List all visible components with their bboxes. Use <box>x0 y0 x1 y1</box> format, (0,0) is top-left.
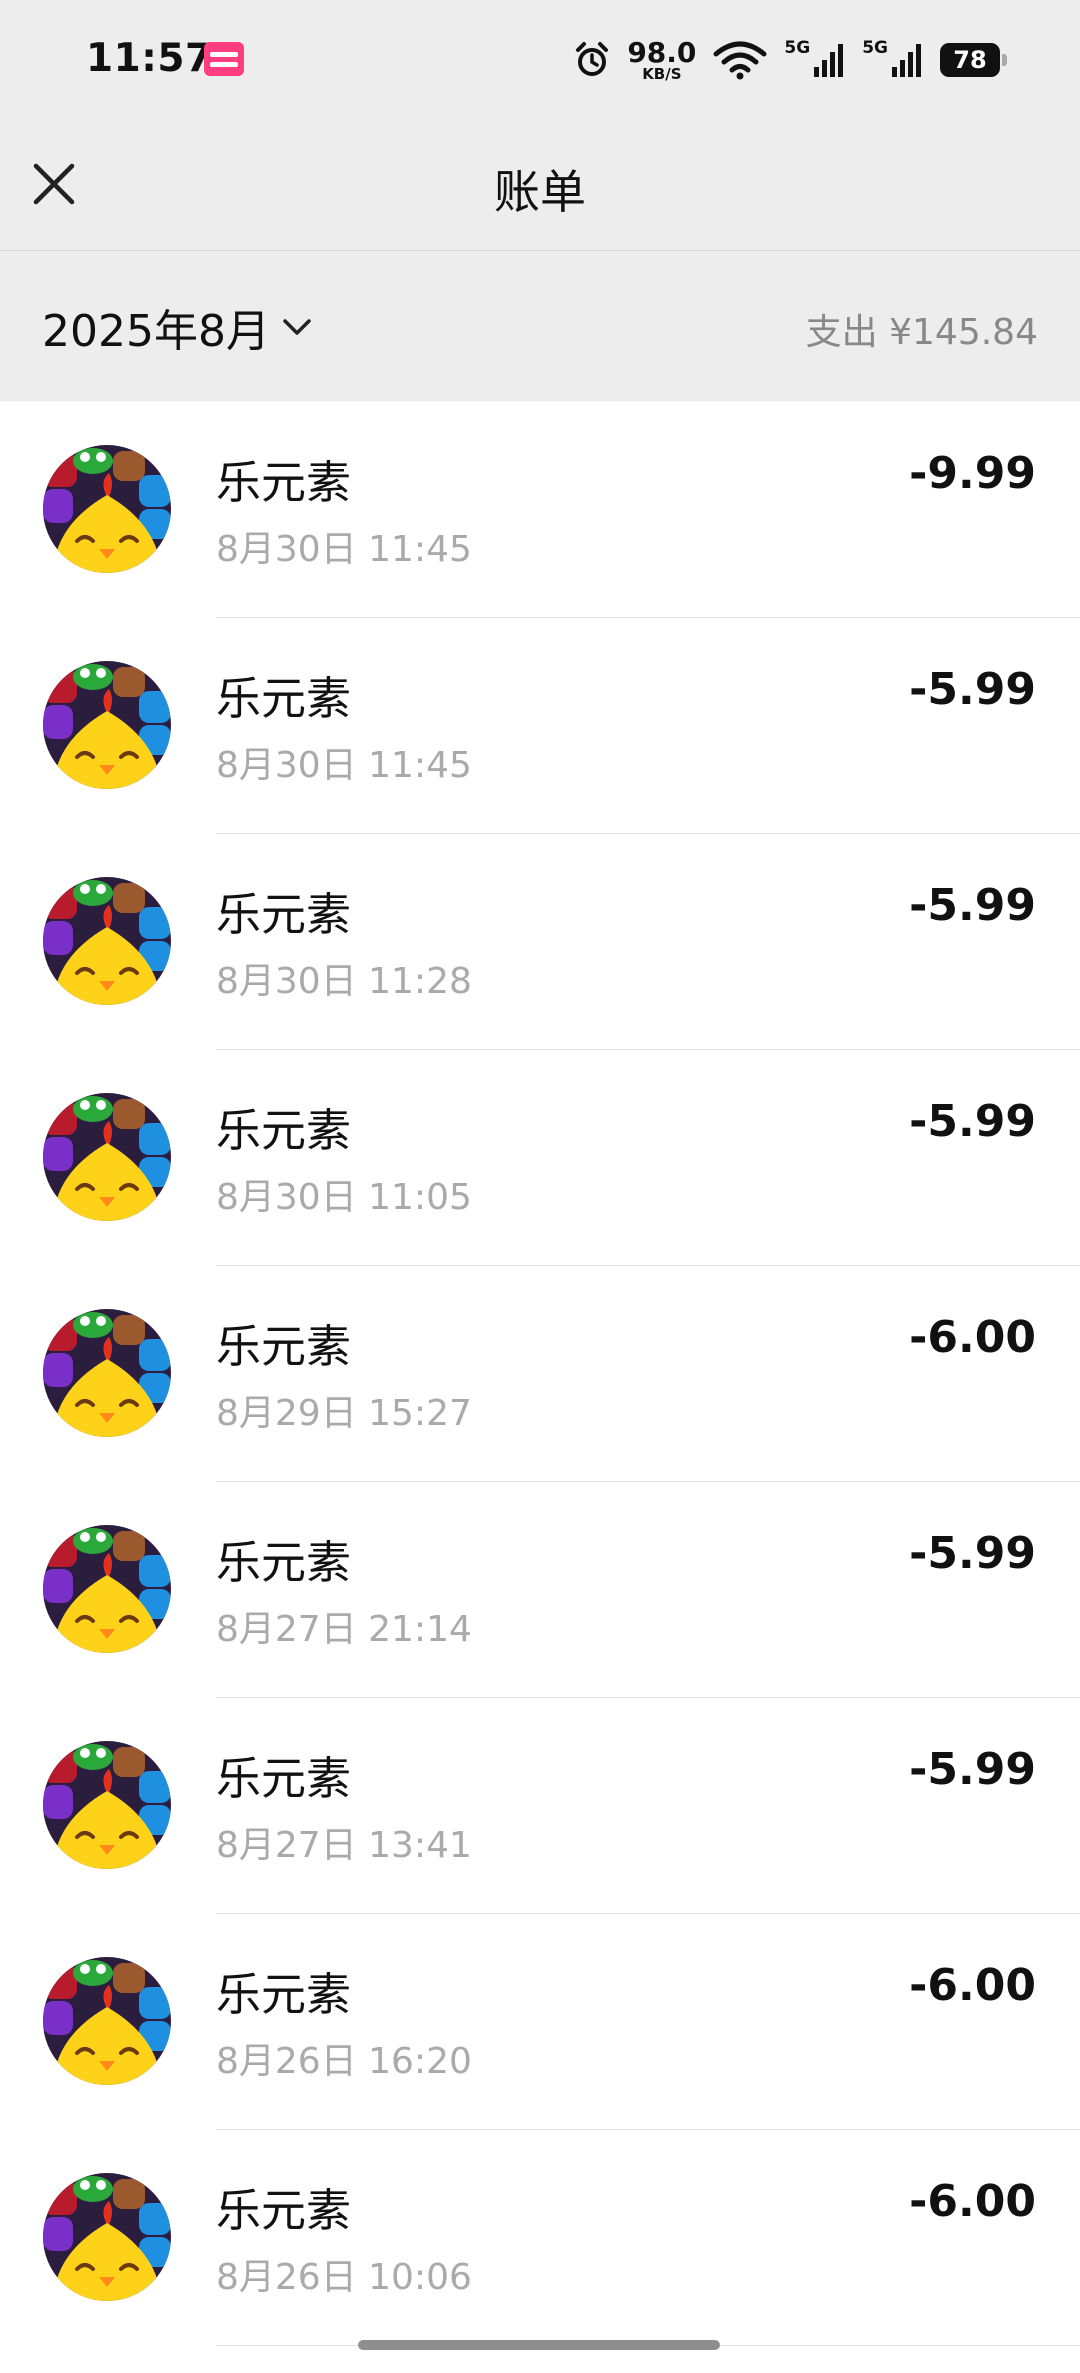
status-time: 11:57 <box>86 36 213 81</box>
transaction-row[interactable]: 乐元素 8月30日 11:05 -5.99 <box>0 1050 1080 1266</box>
chevron-down-icon <box>283 319 311 335</box>
transaction-time: 8月30日 11:45 <box>216 745 472 786</box>
network-type-2: 5G <box>862 38 888 58</box>
nav-bar: 账单 <box>0 120 1080 251</box>
transaction-amount: -5.99 <box>909 1096 1036 1147</box>
game-logo-icon <box>43 877 171 1005</box>
transaction-amount: -9.99 <box>909 448 1036 499</box>
network-speed-unit: KB/S <box>642 64 682 83</box>
game-logo-icon <box>43 1093 171 1221</box>
game-logo-icon <box>43 1957 171 2085</box>
transaction-row[interactable]: 乐元素 8月29日 15:27 -6.00 <box>0 1266 1080 1482</box>
transaction-list: 乐元素 8月30日 11:45 -9.99 乐元素 8月30日 11:45 -5… <box>0 402 1080 2346</box>
shopping-app-icon <box>204 42 244 76</box>
status-bar: 11:57 98.0 KB/S 5G 5G 78 <box>0 0 1080 120</box>
transaction-time: 8月30日 11:28 <box>216 961 472 1002</box>
month-label: 2025年8月 <box>42 306 270 357</box>
transaction-amount: -5.99 <box>909 1528 1036 1579</box>
transaction-row[interactable]: 乐元素 8月26日 16:20 -6.00 <box>0 1914 1080 2130</box>
merchant-avatar <box>43 445 171 573</box>
home-indicator[interactable] <box>358 2340 720 2350</box>
month-selector[interactable]: 2025年8月 <box>42 295 314 359</box>
game-logo-icon <box>43 2173 171 2301</box>
merchant-avatar <box>43 1957 171 2085</box>
page-title: 账单 <box>494 165 586 219</box>
game-logo-icon <box>43 445 171 573</box>
merchant-name: 乐元素 <box>216 1320 352 1373</box>
transaction-amount: -6.00 <box>909 2176 1036 2227</box>
merchant-avatar <box>43 1525 171 1653</box>
transaction-row[interactable]: 乐元素 8月27日 13:41 -5.99 <box>0 1698 1080 1914</box>
merchant-avatar <box>43 1093 171 1221</box>
transaction-amount: -6.00 <box>909 1312 1036 1363</box>
transaction-time: 8月30日 11:05 <box>216 1177 472 1218</box>
game-logo-icon <box>43 1741 171 1869</box>
network-type-1: 5G <box>784 38 811 58</box>
merchant-name: 乐元素 <box>216 1752 352 1805</box>
merchant-avatar <box>43 877 171 1005</box>
merchant-name: 乐元素 <box>216 1104 352 1157</box>
merchant-name: 乐元素 <box>216 2184 352 2237</box>
transaction-row[interactable]: 乐元素 8月30日 11:45 -5.99 <box>0 618 1080 834</box>
transaction-time: 8月26日 10:06 <box>216 2257 472 2298</box>
merchant-avatar <box>43 1741 171 1869</box>
transaction-amount: -5.99 <box>909 664 1036 715</box>
signal-icon <box>814 44 844 77</box>
expense-total: 支出 ¥145.84 <box>805 312 1038 353</box>
merchant-name: 乐元素 <box>216 456 352 509</box>
transaction-time: 8月30日 11:45 <box>216 529 472 570</box>
battery-level: 78 <box>953 46 987 74</box>
signal-icon <box>892 44 921 77</box>
transaction-amount: -6.00 <box>909 1960 1036 2011</box>
merchant-name: 乐元素 <box>216 888 352 941</box>
transaction-row[interactable]: 乐元素 8月30日 11:28 -5.99 <box>0 834 1080 1050</box>
transaction-time: 8月26日 16:20 <box>216 2041 472 2082</box>
merchant-avatar <box>43 2173 171 2301</box>
merchant-avatar <box>43 1309 171 1437</box>
network-speed: 98.0 KB/S <box>627 35 697 83</box>
status-icons: 98.0 KB/S 5G 5G 78 <box>573 34 1007 86</box>
transaction-time: 8月29日 15:27 <box>216 1393 472 1434</box>
alarm-icon <box>576 42 609 76</box>
transaction-amount: -5.99 <box>909 880 1036 931</box>
battery-icon: 78 <box>940 43 1007 77</box>
game-logo-icon <box>43 661 171 789</box>
transaction-time: 8月27日 21:14 <box>216 1609 472 1650</box>
transaction-row[interactable]: 乐元素 8月26日 10:06 -6.00 <box>0 2130 1080 2346</box>
merchant-name: 乐元素 <box>216 672 352 725</box>
transaction-amount: -5.99 <box>909 1744 1036 1795</box>
transaction-time: 8月27日 13:41 <box>216 1825 472 1866</box>
transaction-row[interactable]: 乐元素 8月27日 21:14 -5.99 <box>0 1482 1080 1698</box>
merchant-name: 乐元素 <box>216 1968 352 2021</box>
merchant-name: 乐元素 <box>216 1536 352 1589</box>
game-logo-icon <box>43 1309 171 1437</box>
merchant-avatar <box>43 661 171 789</box>
game-logo-icon <box>43 1525 171 1653</box>
wifi-icon <box>713 41 767 80</box>
month-summary: 2025年8月 支出 ¥145.84 <box>0 251 1080 401</box>
network-speed-value: 98.0 <box>627 35 697 69</box>
transaction-row[interactable]: 乐元素 8月30日 11:45 -9.99 <box>0 402 1080 618</box>
